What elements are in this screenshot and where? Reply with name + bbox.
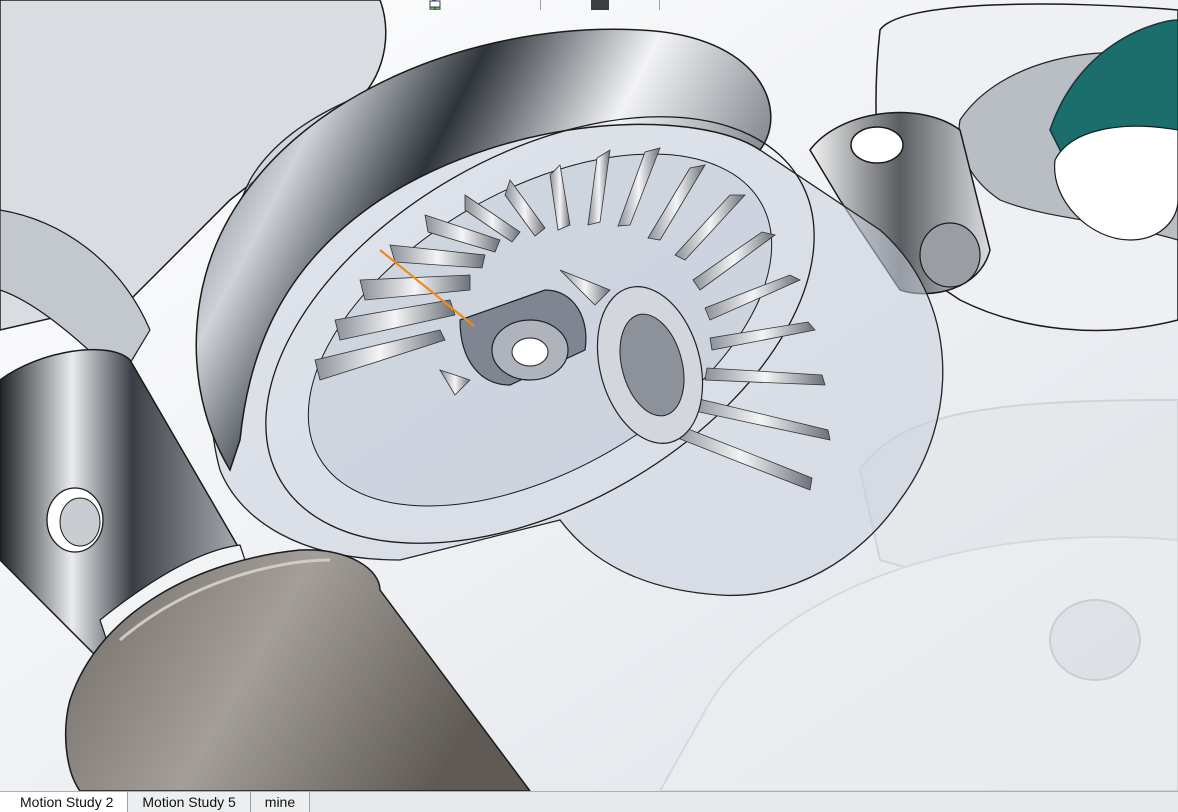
hide-show-items-icon[interactable] — [430, 0, 609, 10]
model-view[interactable] — [0, 0, 1178, 791]
view-orientation-icon[interactable] — [430, 0, 565, 10]
dynamic-annotation-icon[interactable] — [429, 0, 534, 10]
tab-motion-study-2[interactable]: Motion Study 2 — [0, 792, 129, 812]
display-style-icon[interactable] — [429, 0, 587, 10]
section-view-icon[interactable] — [429, 0, 512, 10]
tab-motion-study-5[interactable]: Motion Study 5 — [128, 792, 251, 812]
heads-up-view-toolbar — [428, 0, 684, 12]
graphics-area[interactable] — [0, 0, 1178, 791]
zoom-to-area-icon[interactable] — [429, 0, 468, 10]
motion-study-tab-bar: Motion Study 2 Motion Study 5 mine — [0, 791, 1178, 812]
previous-view-icon[interactable] — [430, 0, 490, 10]
toolbar-separator — [659, 0, 660, 10]
toolbar-separator — [540, 0, 541, 10]
edit-appearance-icon[interactable] — [429, 0, 631, 10]
tab-mine[interactable]: mine — [250, 792, 311, 812]
view-settings-icon[interactable] — [429, 0, 684, 10]
apply-scene-icon[interactable] — [429, 0, 653, 10]
